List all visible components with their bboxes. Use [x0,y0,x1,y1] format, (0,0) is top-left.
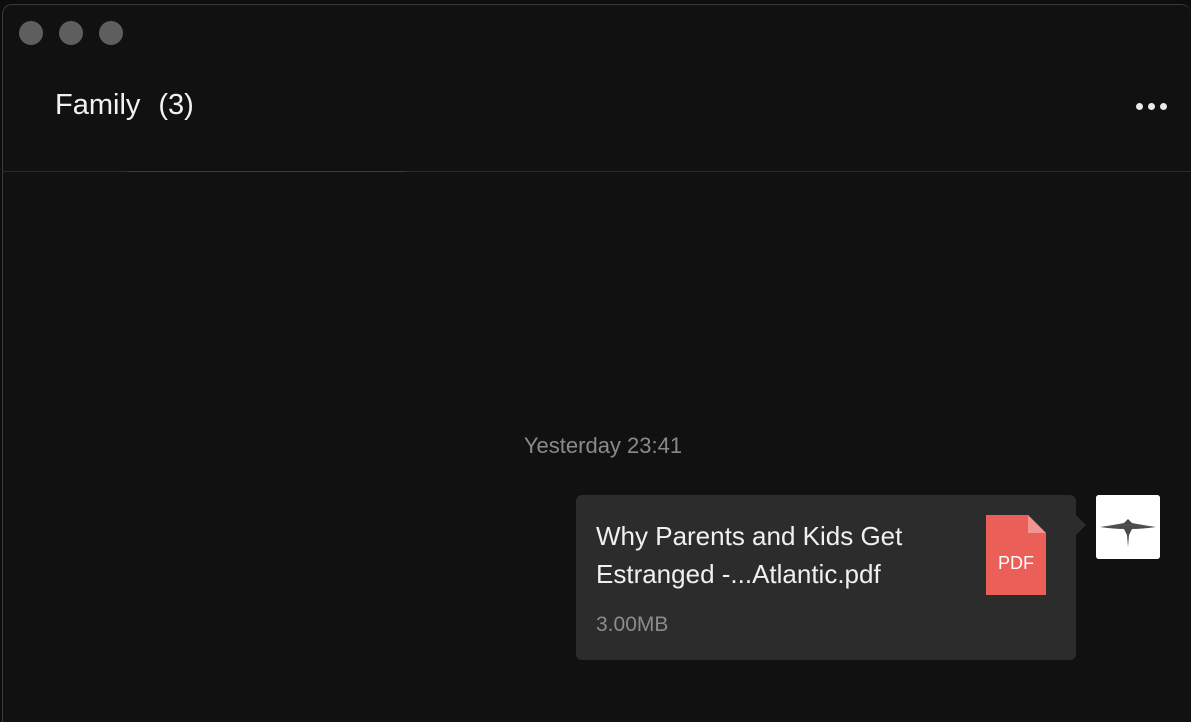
window-controls [19,21,123,45]
pdf-file-icon: PDF [986,515,1046,595]
file-name: Why Parents and Kids Get Estranged -...A… [596,521,903,589]
message-timestamp: Yesterday 23:41 [523,433,683,458]
chat-name: Family [55,89,141,121]
more-options-button[interactable] [1136,103,1167,110]
chat-title: Family (3) [55,89,194,122]
header-divider-accent [127,171,405,172]
avatar-image [1096,495,1160,559]
member-count: (3) [158,89,194,121]
more-horizontal-icon [1148,103,1155,110]
pdf-type-label: PDF [998,553,1034,573]
file-size: 3.00MB [596,613,669,636]
sender-avatar[interactable] [1096,495,1160,559]
more-horizontal-icon [1160,103,1167,110]
close-window-button[interactable] [19,21,43,45]
minimize-window-button[interactable] [59,21,83,45]
more-horizontal-icon [1136,103,1143,110]
file-message-bubble[interactable]: Why Parents and Kids Get Estranged -...A… [576,495,1086,660]
zoom-window-button[interactable] [99,21,123,45]
